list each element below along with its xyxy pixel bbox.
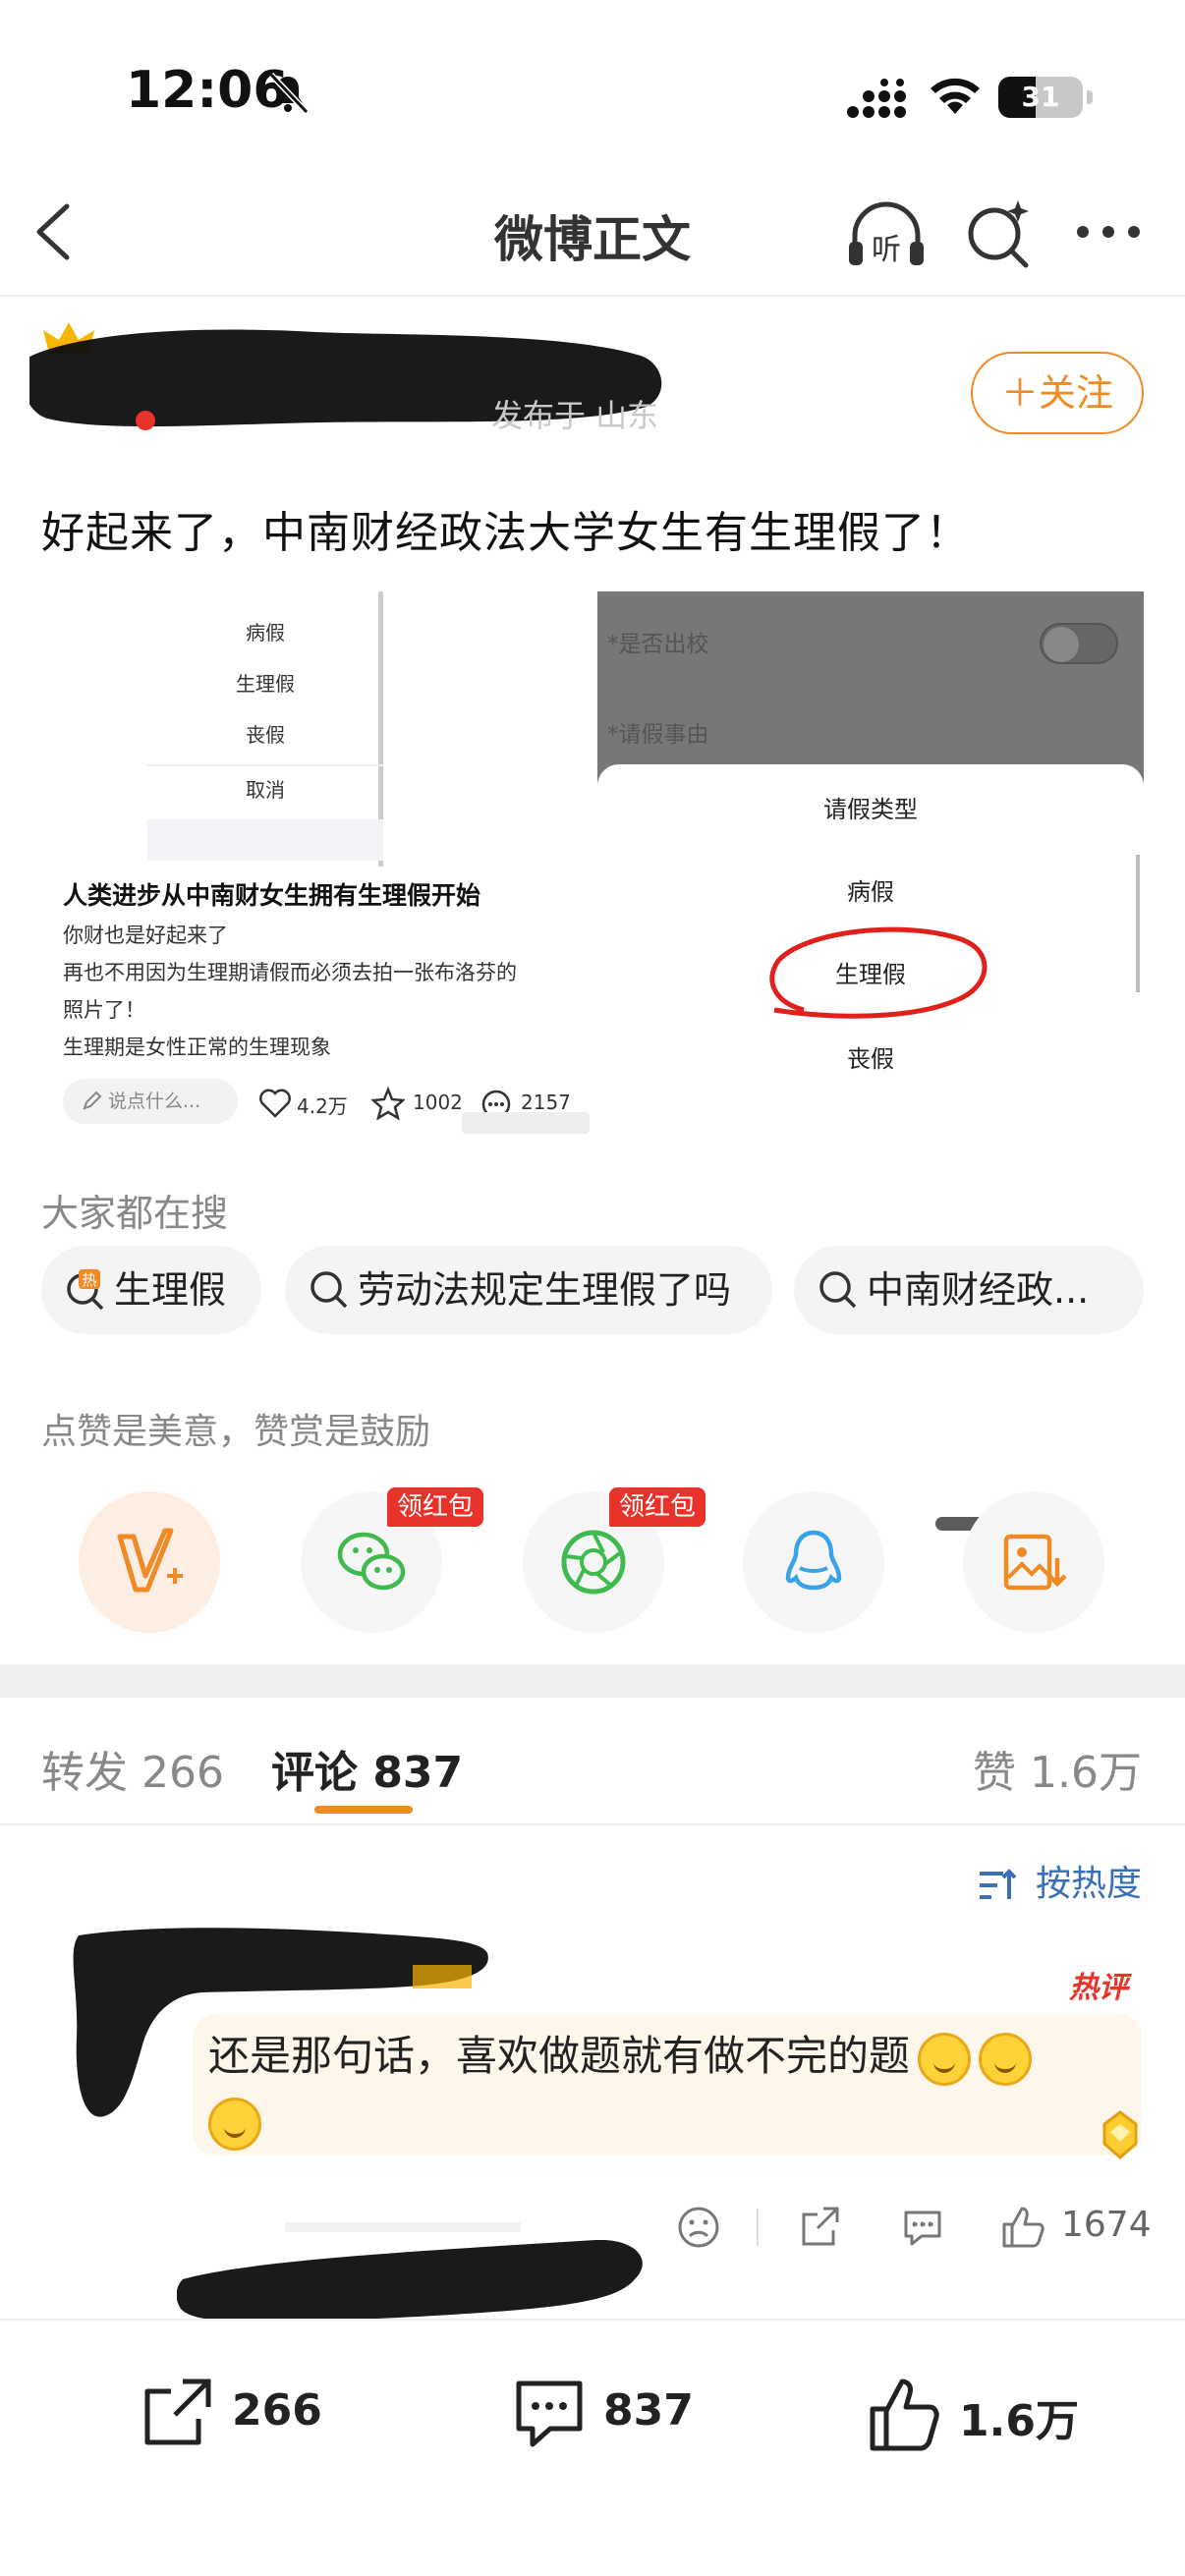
- image-line: 你财也是好起来了: [63, 924, 228, 947]
- share-qq-button[interactable]: [743, 1491, 884, 1633]
- leave-menu-item: 生理假: [236, 672, 295, 696]
- reward-button[interactable]: [79, 1491, 220, 1633]
- silent-bell-icon: [268, 72, 310, 115]
- reward-v-plus-icon: [117, 1528, 183, 1593]
- sort-icon: [979, 1869, 1016, 1899]
- qq-penguin-icon: [785, 1530, 842, 1591]
- dislike-face-icon[interactable]: [674, 2203, 723, 2252]
- red-packet-badge: 领红包: [609, 1487, 706, 1527]
- save-image-icon: [1003, 1534, 1067, 1591]
- chip-label: 劳动法规定生理假了吗: [358, 1268, 732, 1312]
- thumbs-up-icon: [870, 2379, 939, 2451]
- battery-level: 31: [1021, 81, 1060, 113]
- follow-button[interactable]: ＋关注: [971, 352, 1144, 434]
- chip-label: 生理假: [114, 1268, 227, 1312]
- smile-emoji: [979, 2032, 1033, 2086]
- battery-indicator: 31: [998, 77, 1093, 118]
- hot-search-icon: 热: [67, 1269, 104, 1311]
- outside-school-toggle: [1040, 623, 1118, 664]
- image-like-count: 4.2万: [297, 1094, 348, 1118]
- comment-count: 837: [603, 2385, 694, 2436]
- tab-like[interactable]: 赞 1.6万: [973, 1737, 1142, 1800]
- image-watermark: [462, 1112, 590, 1134]
- form-field-label: *是否出校: [607, 632, 709, 657]
- hot-search-label: 大家都在搜: [41, 1192, 229, 1235]
- save-image-button[interactable]: [963, 1491, 1104, 1633]
- listen-headphones-icon[interactable]: 听: [845, 198, 928, 269]
- search-icon: [310, 1271, 348, 1309]
- comment-button[interactable]: 837: [509, 2368, 705, 2456]
- smile-emoji: [208, 2097, 261, 2151]
- like-button[interactable]: 1.6万: [865, 2368, 1100, 2456]
- sort-label: 按热度: [1035, 1864, 1142, 1904]
- praise-label: 点赞是美意，赞赏是鼓励: [41, 1412, 431, 1452]
- phone-nav-bar: [147, 819, 383, 861]
- svg-text:热: 热: [82, 1271, 96, 1289]
- comment-bubble-icon: [516, 2380, 583, 2447]
- more-options-icon[interactable]: [1073, 212, 1144, 252]
- star-icon: [371, 1087, 405, 1120]
- reply-comment-icon[interactable]: [898, 2203, 947, 2252]
- image-comment-count: 2157: [521, 1091, 571, 1114]
- interaction-tabs: 转发 266 评论 837 赞 1.6万: [0, 1698, 1185, 1825]
- crown-gem-icon: [1102, 2110, 1138, 2159]
- image-line: 生理期是女性正常的生理现象: [63, 1036, 331, 1059]
- post-image-left[interactable]: 病假 生理假 丧假 取消 人类进步从中南财女生拥有生理假开始 你财也是好起来了 …: [39, 591, 597, 1134]
- post-meta: 发布于 山东: [491, 397, 658, 432]
- top-nav-bar: 微博正文 听: [0, 167, 1185, 297]
- search-icon: [819, 1271, 857, 1309]
- tab-repost[interactable]: 转发 266: [41, 1737, 224, 1800]
- leave-menu-cancel: 取消: [246, 778, 285, 802]
- comment-body: 还是那句话，喜欢做题就有做不完的题: [208, 2032, 911, 2080]
- red-circle-annotation: [769, 926, 988, 1019]
- cellular-signal-icon: [847, 79, 906, 118]
- image-fav-count: 1002: [413, 1091, 463, 1114]
- status-time: 12:06: [126, 61, 289, 120]
- heart-icon: [259, 1089, 291, 1118]
- sheet-title: 请假类型: [823, 796, 918, 823]
- sheet-option: 病假: [847, 878, 894, 906]
- search-chip[interactable]: 劳动法规定生理假了吗: [285, 1246, 772, 1334]
- red-packet-badge: 领红包: [387, 1487, 484, 1527]
- comment-like-count: 1674: [1061, 2205, 1152, 2245]
- smile-emoji: [918, 2032, 972, 2086]
- leave-menu-item: 病假: [246, 621, 285, 644]
- search-chip[interactable]: 中南财经政...: [794, 1246, 1144, 1334]
- hot-comment-badge: 热评: [1069, 1971, 1128, 2005]
- pen-icon: [83, 1091, 102, 1110]
- leave-menu-item: 丧假: [246, 723, 285, 747]
- wechat-icon: [337, 1532, 406, 1591]
- like-comment-icon[interactable]: [998, 2203, 1047, 2252]
- status-bar: 12:06 31: [0, 0, 1185, 167]
- post-body-text: 好起来了，中南财经政法大学女生有生理假了！: [41, 508, 970, 558]
- redacted-text: [285, 2222, 521, 2232]
- sheet-option: 丧假: [847, 1045, 894, 1073]
- form-field-label: *请假事由: [607, 722, 709, 748]
- sheet-scrollbar: [1136, 855, 1140, 992]
- active-tab-indicator: [314, 1806, 413, 1814]
- section-divider: [0, 1664, 1185, 1698]
- like-count: 1.6万: [959, 2396, 1079, 2446]
- moments-aperture-icon: [561, 1530, 626, 1595]
- chip-label: 中南财经政...: [867, 1268, 1090, 1312]
- repost-arrow-icon: [144, 2379, 211, 2445]
- author-redacted[interactable]: 发布于 山东: [29, 314, 668, 432]
- image-headline: 人类进步从中南财女生拥有生理假开始: [63, 881, 481, 910]
- image-line: 再也不用因为生理期请假而必须去拍一张布洛芬的: [63, 961, 517, 984]
- wifi-icon: [931, 78, 980, 114]
- post-image-right[interactable]: *是否出校 *请假事由 请假类型 病假 生理假 丧假: [597, 591, 1144, 1114]
- repost-button[interactable]: 266: [138, 2368, 334, 2456]
- comment-text: 还是那句话，喜欢做题就有做不完的题: [208, 2024, 1093, 2154]
- svg-text:听: 听: [872, 233, 901, 267]
- tab-comment[interactable]: 评论 837: [271, 1737, 463, 1800]
- repost-count: 266: [232, 2385, 322, 2436]
- leave-type-sheet: 请假类型 病假 生理假 丧假: [597, 764, 1144, 1114]
- share-comment-icon[interactable]: [796, 2203, 845, 2252]
- bottom-action-bar: 266 837 1.6万: [0, 2319, 1185, 2576]
- image-line: 照片了！: [63, 998, 145, 1022]
- hot-search-chip[interactable]: 热 生理假: [41, 1246, 261, 1334]
- sort-toggle[interactable]: 按热度: [978, 1855, 1142, 1906]
- search-icon[interactable]: [963, 196, 1034, 269]
